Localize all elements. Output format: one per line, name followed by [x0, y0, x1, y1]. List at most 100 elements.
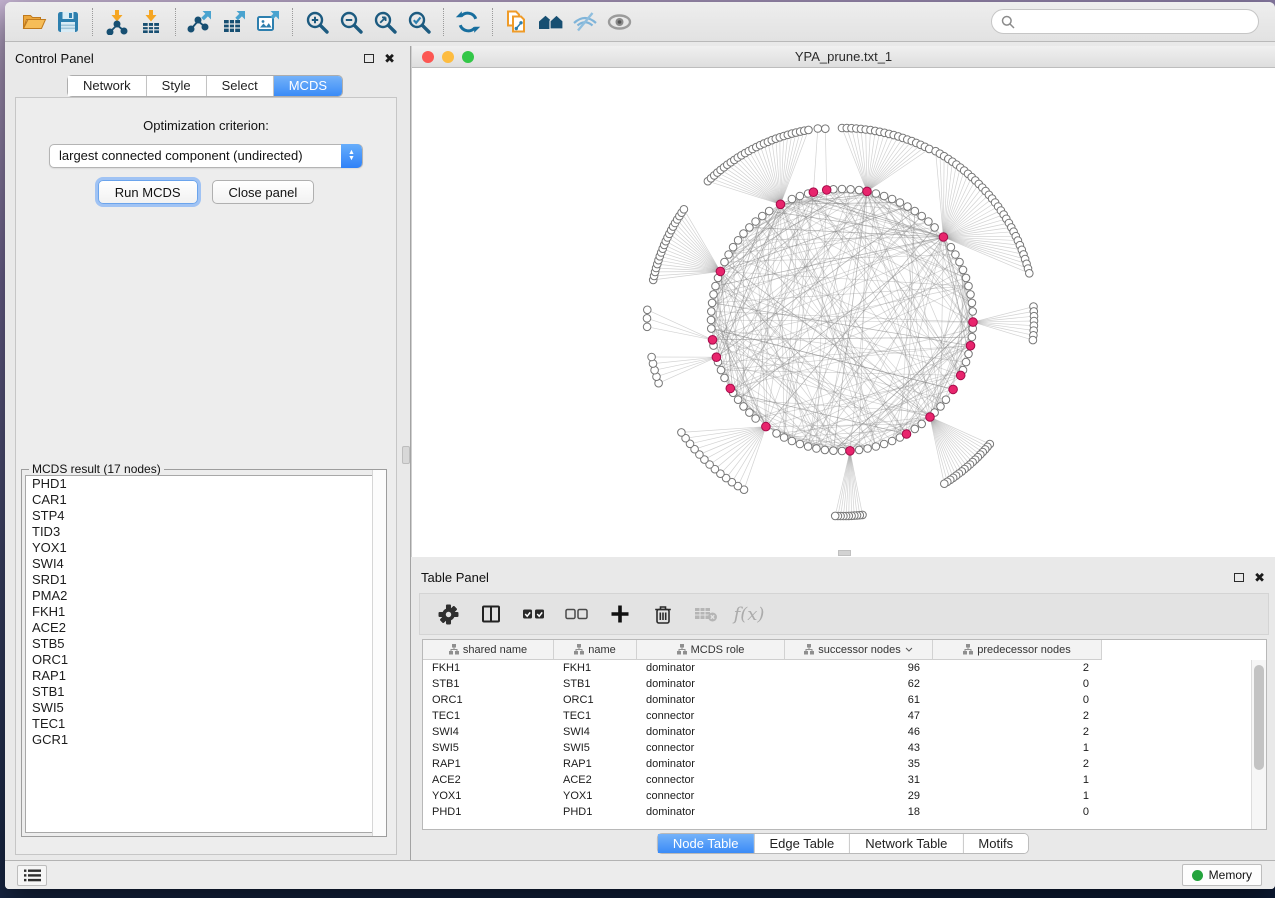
cell-successor-nodes[interactable]: 29 — [785, 788, 933, 804]
table-row[interactable]: RAP1 RAP1 dominator 35 2 — [423, 756, 1266, 772]
cell-shared-name[interactable]: YOX1 — [423, 788, 554, 804]
control-panel-tab[interactable]: Select — [207, 76, 274, 96]
table-row[interactable]: PHD1 PHD1 dominator 18 0 — [423, 804, 1266, 820]
network-canvas[interactable] — [412, 68, 1275, 557]
export-image-icon[interactable] — [251, 7, 285, 37]
cell-mcds-role[interactable]: connector — [637, 740, 785, 756]
cell-successor-nodes[interactable]: 61 — [785, 692, 933, 708]
mcds-result-node[interactable]: SRD1 — [26, 572, 382, 588]
table-scrollbar-thumb[interactable] — [1254, 665, 1264, 770]
cell-shared-name[interactable]: SWI5 — [423, 740, 554, 756]
column-visibility-icon[interactable] — [479, 602, 503, 626]
table-row[interactable]: SWI4 SWI4 dominator 46 2 — [423, 724, 1266, 740]
refresh-icon[interactable] — [451, 7, 485, 37]
cell-name[interactable]: ORC1 — [554, 692, 637, 708]
table-panel-tab[interactable]: Edge Table — [754, 834, 850, 853]
column-header[interactable]: predecessor nodes — [933, 640, 1102, 660]
mcds-result-node[interactable]: FKH1 — [26, 604, 382, 620]
cell-successor-nodes[interactable]: 96 — [785, 660, 933, 676]
hide-selected-icon[interactable] — [568, 7, 602, 37]
cell-successor-nodes[interactable]: 47 — [785, 708, 933, 724]
cell-predecessor-nodes[interactable]: 0 — [933, 676, 1102, 692]
canvas-splitter-grip[interactable] — [838, 550, 851, 556]
cell-mcds-role[interactable]: dominator — [637, 660, 785, 676]
cell-predecessor-nodes[interactable]: 0 — [933, 692, 1102, 708]
cell-name[interactable]: TEC1 — [554, 708, 637, 724]
table-panel-tab[interactable]: Node Table — [658, 834, 755, 853]
cell-predecessor-nodes[interactable]: 1 — [933, 740, 1102, 756]
mcds-result-node[interactable]: ORC1 — [26, 652, 382, 668]
export-table-icon[interactable] — [217, 7, 251, 37]
splitter-grip[interactable] — [402, 446, 410, 464]
cell-shared-name[interactable]: STB1 — [423, 676, 554, 692]
float-table-panel-icon[interactable] — [1234, 573, 1244, 582]
copy-network-icon[interactable] — [500, 7, 534, 37]
cell-mcds-role[interactable]: connector — [637, 788, 785, 804]
table-row[interactable]: ACE2 ACE2 connector 31 1 — [423, 772, 1266, 788]
table-row[interactable]: ORC1 ORC1 dominator 61 0 — [423, 692, 1266, 708]
cell-name[interactable]: PHD1 — [554, 804, 637, 820]
run-mcds-button[interactable]: Run MCDS — [98, 180, 198, 204]
table-panel-tab[interactable]: Network Table — [850, 834, 963, 853]
show-panels-button[interactable] — [17, 865, 47, 886]
show-all-icon[interactable] — [602, 7, 636, 37]
cell-mcds-role[interactable]: dominator — [637, 724, 785, 740]
select-all-icon[interactable] — [522, 602, 546, 626]
mcds-result-node[interactable]: YOX1 — [26, 540, 382, 556]
add-icon[interactable] — [608, 602, 632, 626]
import-table-icon[interactable] — [134, 7, 168, 37]
column-header[interactable]: successor nodes — [785, 640, 933, 660]
close-panel-icon[interactable]: ✖ — [384, 52, 395, 65]
cell-successor-nodes[interactable]: 35 — [785, 756, 933, 772]
cell-name[interactable]: FKH1 — [554, 660, 637, 676]
cell-name[interactable]: YOX1 — [554, 788, 637, 804]
mcds-result-node[interactable]: RAP1 — [26, 668, 382, 684]
close-table-panel-icon[interactable]: ✖ — [1254, 571, 1265, 584]
cell-name[interactable]: STB1 — [554, 676, 637, 692]
open-file-icon[interactable] — [17, 7, 51, 37]
cell-mcds-role[interactable]: dominator — [637, 804, 785, 820]
close-panel-button[interactable]: Close panel — [212, 180, 315, 204]
save-session-icon[interactable] — [51, 7, 85, 37]
export-network-icon[interactable] — [183, 7, 217, 37]
float-panel-icon[interactable] — [364, 54, 374, 63]
table-row[interactable]: YOX1 YOX1 connector 29 1 — [423, 788, 1266, 804]
cell-name[interactable]: SWI4 — [554, 724, 637, 740]
control-panel-tab[interactable]: MCDS — [274, 76, 342, 96]
table-row[interactable]: SWI5 SWI5 connector 43 1 — [423, 740, 1266, 756]
first-neighbors-icon[interactable] — [534, 7, 568, 37]
table-row[interactable]: STB1 STB1 dominator 62 0 — [423, 676, 1266, 692]
cell-mcds-role[interactable]: connector — [637, 708, 785, 724]
delete-icon[interactable] — [651, 602, 675, 626]
mcds-result-node[interactable]: GCR1 — [26, 732, 382, 748]
mcds-result-node[interactable]: CAR1 — [26, 492, 382, 508]
cell-shared-name[interactable]: SWI4 — [423, 724, 554, 740]
cell-predecessor-nodes[interactable]: 2 — [933, 708, 1102, 724]
cell-successor-nodes[interactable]: 62 — [785, 676, 933, 692]
zoom-selected-icon[interactable] — [402, 7, 436, 37]
mcds-result-node[interactable]: PHD1 — [26, 476, 382, 492]
zoom-in-icon[interactable] — [300, 7, 334, 37]
mcds-result-list[interactable]: PHD1CAR1STP4TID3YOX1SWI4SRD1PMA2FKH1ACE2… — [25, 475, 383, 833]
optimization-select[interactable]: largest connected component (undirected)… — [49, 144, 363, 168]
table-row[interactable]: FKH1 FKH1 dominator 96 2 — [423, 660, 1266, 676]
mcds-result-node[interactable]: ACE2 — [26, 620, 382, 636]
cell-predecessor-nodes[interactable]: 1 — [933, 788, 1102, 804]
cell-name[interactable]: ACE2 — [554, 772, 637, 788]
cell-mcds-role[interactable]: dominator — [637, 692, 785, 708]
mcds-result-node[interactable]: PMA2 — [26, 588, 382, 604]
cell-successor-nodes[interactable]: 43 — [785, 740, 933, 756]
column-header[interactable]: name — [554, 640, 637, 660]
cell-predecessor-nodes[interactable]: 2 — [933, 756, 1102, 772]
cell-predecessor-nodes[interactable]: 2 — [933, 660, 1102, 676]
cell-shared-name[interactable]: FKH1 — [423, 660, 554, 676]
network-graph-svg[interactable] — [412, 68, 1275, 557]
cell-mcds-role[interactable]: dominator — [637, 676, 785, 692]
cell-successor-nodes[interactable]: 46 — [785, 724, 933, 740]
cell-shared-name[interactable]: ORC1 — [423, 692, 554, 708]
cell-mcds-role[interactable]: dominator — [637, 756, 785, 772]
table-panel-tab[interactable]: Motifs — [963, 834, 1028, 853]
cell-shared-name[interactable]: ACE2 — [423, 772, 554, 788]
search-input[interactable] — [1021, 12, 1249, 32]
import-network-icon[interactable] — [100, 7, 134, 37]
